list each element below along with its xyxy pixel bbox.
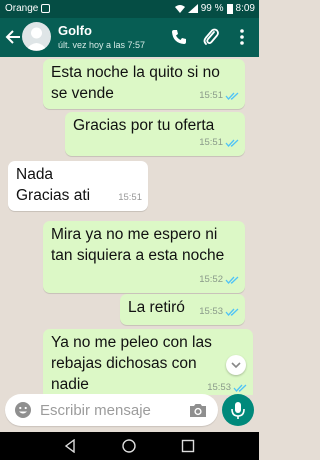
chat-header: Golfo últ. vez hoy a las 7:57	[0, 18, 259, 57]
message-time: 15:52	[199, 274, 223, 285]
read-ticks-icon	[225, 139, 239, 147]
message-bubble[interactable]: Nada Gracias ati 15:51	[8, 161, 148, 211]
message-input[interactable]	[40, 399, 180, 421]
notification-icon	[41, 4, 50, 13]
message-text: Ya no me peleo con las rebajas dichosas …	[51, 334, 212, 393]
last-seen: últ. vez hoy a las 7:57	[58, 40, 146, 50]
message-time: 15:51	[199, 137, 223, 148]
message-bubble[interactable]: La retiró 15:53	[120, 294, 245, 325]
message-meta: 15:51	[199, 132, 239, 153]
message-time: 15:51	[199, 90, 223, 101]
message-bubble[interactable]: Ya no me peleo con las rebajas dichosas …	[43, 329, 253, 395]
nav-back-icon[interactable]	[63, 439, 77, 453]
avatar-placeholder-icon	[26, 27, 47, 50]
attach-icon[interactable]	[202, 27, 220, 47]
camera-icon[interactable]	[188, 402, 208, 418]
message-list[interactable]: Esta noche la quito si no se vende 15:51…	[0, 57, 259, 395]
call-icon[interactable]	[170, 28, 188, 46]
message-meta: 15:51	[118, 187, 142, 208]
system-nav-bar	[0, 432, 259, 460]
clock: 8:09	[235, 3, 255, 14]
wifi-icon	[174, 5, 185, 13]
message-meta: 15:51	[199, 85, 239, 106]
nav-recents-icon[interactable]	[181, 439, 195, 453]
status-bar: Orange 99 % 8:09	[0, 0, 259, 18]
message-time: 15:53	[199, 306, 223, 317]
avatar[interactable]	[22, 22, 51, 51]
message-text: Mira ya no me espero ni tan siquiera a e…	[51, 226, 225, 264]
message-meta: 15:53	[199, 301, 239, 322]
composer	[5, 394, 218, 426]
contact-name[interactable]: Golfo	[58, 23, 92, 38]
message-bubble[interactable]: Gracias por tu oferta 15:51	[65, 112, 245, 156]
scroll-down-icon	[231, 362, 241, 369]
message-time: 15:53	[207, 382, 231, 393]
message-bubble[interactable]: Esta noche la quito si no se vende 15:51	[43, 59, 245, 109]
mic-button[interactable]	[222, 394, 254, 426]
nav-home-icon[interactable]	[122, 439, 136, 453]
emoji-icon[interactable]	[14, 401, 32, 419]
read-ticks-icon	[225, 276, 239, 284]
read-ticks-icon	[225, 308, 239, 316]
read-ticks-icon	[225, 92, 239, 100]
message-text: Nada Gracias ati	[16, 166, 91, 204]
message-text: Gracias por tu oferta	[73, 117, 215, 134]
message-meta: 15:53	[207, 377, 247, 395]
more-icon[interactable]	[236, 28, 248, 46]
message-text: Esta noche la quito si no se vende	[51, 64, 220, 102]
message-meta: 15:52	[199, 269, 239, 290]
scroll-down-button[interactable]	[226, 355, 246, 375]
mic-icon	[231, 402, 245, 419]
status-right: 99 % 8:09	[174, 3, 255, 14]
signal-icon	[187, 4, 198, 13]
message-time: 15:51	[118, 192, 142, 203]
back-icon[interactable]	[4, 28, 22, 46]
battery-icon	[226, 3, 233, 14]
message-text: La retiró	[128, 299, 185, 316]
carrier-label: Orange	[5, 3, 39, 14]
message-bubble[interactable]: Mira ya no me espero ni tan siquiera a e…	[43, 221, 245, 293]
read-ticks-icon	[233, 384, 247, 392]
battery-percent: 99 %	[200, 3, 224, 14]
